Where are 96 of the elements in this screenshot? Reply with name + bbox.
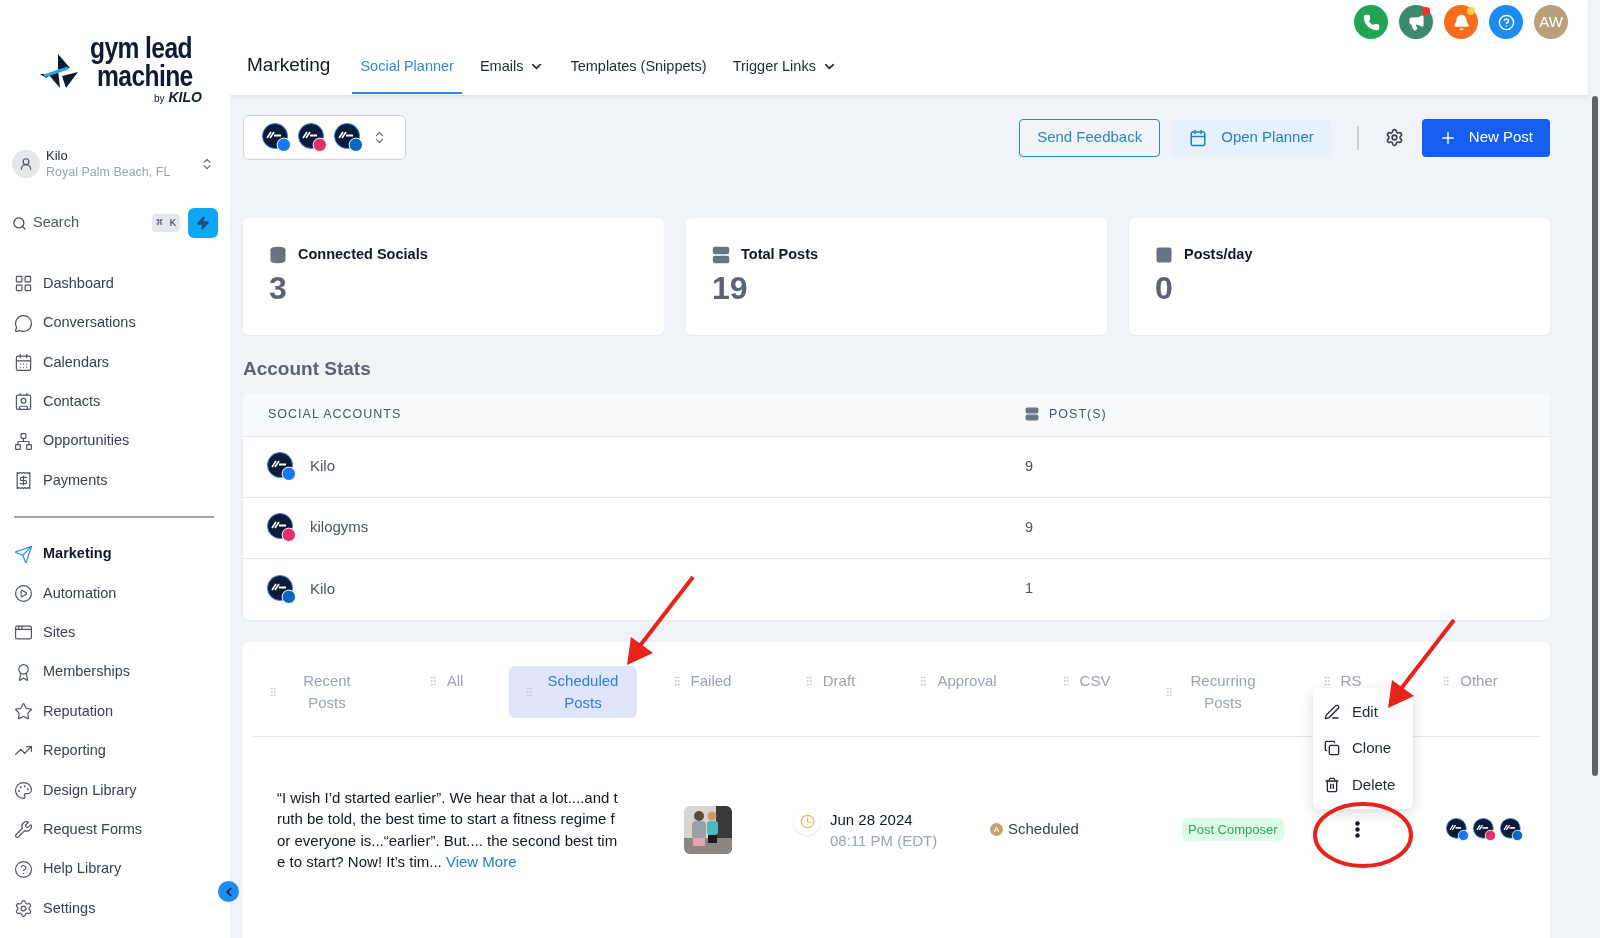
sidebar-item[interactable]: Sites xyxy=(14,613,216,653)
account-name: Kilo xyxy=(310,578,335,599)
nav-tab[interactable]: Emails xyxy=(471,51,553,94)
network-icon xyxy=(14,431,33,451)
search-field[interactable]: Search xyxy=(12,212,145,234)
sidebar-item[interactable]: Dashboard xyxy=(14,264,216,304)
sidebar-item[interactable]: Reporting xyxy=(14,731,216,771)
settings-icon[interactable] xyxy=(1384,128,1404,147)
receipt-icon xyxy=(14,471,33,491)
collapse-sidebar-button[interactable] xyxy=(218,881,239,902)
section-title: Account Stats xyxy=(243,357,372,381)
post-date: Jun 28 2024 xyxy=(830,809,914,830)
post-count: 9 xyxy=(1025,517,1034,537)
sidebar-item[interactable]: Help Library xyxy=(14,849,216,889)
calendar-icon xyxy=(1189,128,1208,147)
sidebar-item[interactable]: Settings xyxy=(14,888,216,929)
post-status: Scheduled xyxy=(1008,819,1079,840)
chat-bubble-icon xyxy=(14,313,33,333)
stat-label: Total Posts xyxy=(741,245,819,264)
wrench-icon xyxy=(14,820,33,840)
logo-brand: KILO xyxy=(168,90,202,104)
sidebar-item[interactable]: Calendars xyxy=(14,342,216,383)
stat-label: Connected Socials xyxy=(298,245,428,264)
scrollbar[interactable] xyxy=(1592,96,1598,776)
column-header: POST(S) xyxy=(1049,405,1107,423)
megaphone-button[interactable] xyxy=(1399,5,1433,39)
palette-icon xyxy=(14,780,33,800)
play-circle-icon xyxy=(14,583,33,603)
menu-item[interactable]: Delete xyxy=(1313,766,1407,803)
sidebar-item[interactable]: Design Library xyxy=(14,770,216,811)
sidebar-item[interactable]: Memberships xyxy=(14,652,216,692)
paper-plane-icon xyxy=(14,544,33,564)
sidebar-item[interactable]: Reputation xyxy=(14,691,216,732)
account-name: Kilo xyxy=(310,456,335,477)
post-time: 08:11 PM (EDT) xyxy=(830,830,938,851)
stat-label: Posts/day xyxy=(1184,245,1253,264)
server-icon xyxy=(1025,407,1039,421)
bell-icon xyxy=(1452,13,1470,31)
sidebar-item[interactable]: Marketing xyxy=(14,534,216,574)
drag-handle-icon xyxy=(523,685,535,698)
quick-action-button[interactable] xyxy=(188,208,218,238)
new-post-button[interactable]: New Post xyxy=(1421,118,1550,157)
stat-value: 19 xyxy=(712,268,749,308)
location-address: Royal Palm Beach, FL xyxy=(46,164,172,180)
star-icon xyxy=(14,702,33,722)
kebab-icon xyxy=(1355,821,1361,838)
help-icon xyxy=(1497,13,1515,31)
bell-button[interactable] xyxy=(1444,5,1478,39)
page-title: Marketing xyxy=(247,53,331,77)
help-icon xyxy=(14,859,33,879)
nav-tab[interactable]: Social Planner xyxy=(352,51,462,94)
stat-value: 0 xyxy=(1155,268,1174,308)
nav-tab[interactable]: Trigger Links xyxy=(724,51,845,94)
drag-handle-icon xyxy=(1163,685,1175,698)
shortcut-key: ⌘ K xyxy=(152,213,180,233)
settings-icon xyxy=(14,899,33,919)
phone-button[interactable] xyxy=(1354,5,1388,39)
account-selector[interactable] xyxy=(243,115,406,160)
drag-handle-icon xyxy=(267,685,279,698)
logo-byline: by xyxy=(153,94,165,104)
logo-text: gym lead xyxy=(90,34,192,62)
pen-icon xyxy=(1324,703,1340,720)
sidebar-item[interactable]: Payments xyxy=(14,460,216,501)
source-tag: Post Composer xyxy=(1182,817,1284,842)
server-icon xyxy=(712,245,730,264)
author-avatar: A xyxy=(990,823,1003,836)
sidebar-item[interactable]: Automation xyxy=(14,573,216,614)
column-header: SOCIAL ACCOUNTS xyxy=(267,405,403,423)
account-name: kilogyms xyxy=(310,517,369,538)
grid-icon xyxy=(14,274,33,294)
send-feedback-button[interactable]: Send Feedback xyxy=(1019,118,1161,157)
menu-item[interactable]: Clone xyxy=(1313,730,1403,767)
stat-value: 3 xyxy=(269,268,288,308)
sidebar-item[interactable]: Request Forms xyxy=(14,810,216,850)
lightning-icon xyxy=(196,216,210,230)
copy-icon xyxy=(1324,740,1340,757)
post-count: 1 xyxy=(1025,579,1034,599)
sidebar-item[interactable]: Conversations xyxy=(14,303,216,343)
search-icon xyxy=(12,215,27,231)
location-name: Kilo xyxy=(46,148,69,164)
view-more-link[interactable]: View More xyxy=(445,853,517,870)
phone-icon xyxy=(1362,13,1380,31)
open-planner-button[interactable]: Open Planner xyxy=(1172,118,1331,157)
post-count: 9 xyxy=(1025,456,1034,476)
trash-icon xyxy=(1324,776,1340,793)
calendar-icon xyxy=(14,352,33,372)
megaphone-icon xyxy=(1407,13,1425,31)
sidebar-item[interactable]: Opportunities xyxy=(14,421,216,461)
nav-tab[interactable]: Templates (Snippets) xyxy=(562,51,715,94)
user-pin-icon xyxy=(19,157,33,171)
post-text: “I wish I’d started earlier”. We hear that a lot....and truth be told, the best time to start a fitness regime for everyone is...“earlier”. But.... the second best time to start? Now! It’s tim... View More xyxy=(277,787,619,872)
clock-icon xyxy=(799,814,815,829)
menu-item[interactable]: Edit xyxy=(1313,693,1389,730)
help-button[interactable] xyxy=(1489,5,1523,39)
sidebar-item[interactable]: Contacts xyxy=(14,382,216,422)
contact-card-icon xyxy=(14,392,33,412)
